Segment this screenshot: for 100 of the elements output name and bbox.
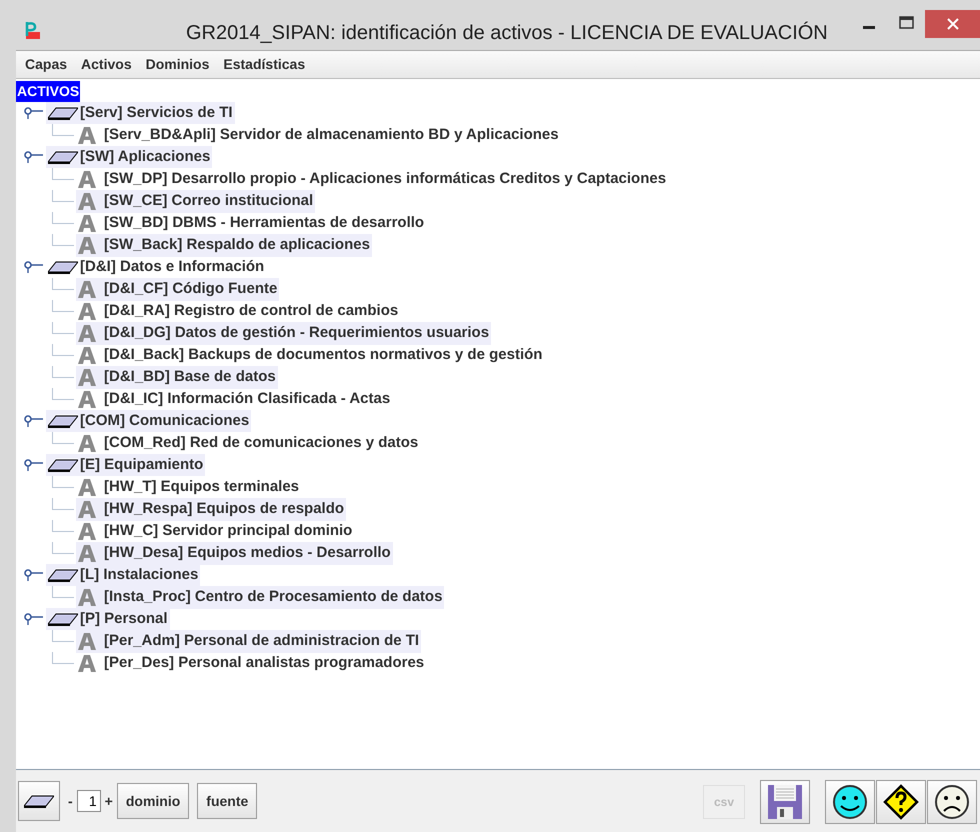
tree-leaf[interactable]: [D&I_Back] Backups de documentos normativos y de gestión	[104, 344, 542, 366]
question-sign-icon	[883, 784, 919, 820]
window-title: GR2014_SIPAN: identificación de activos - LICENCIA DE EVALUACIÓN	[186, 20, 828, 46]
layer-icon	[48, 150, 78, 164]
tree-handle-icon[interactable]	[23, 459, 43, 471]
tree-line	[52, 344, 76, 356]
toolbar-button[interactable]: fuente	[197, 783, 258, 819]
decrease-control[interactable]: -	[68, 790, 73, 812]
tree-line	[52, 652, 76, 664]
tree-line	[52, 476, 76, 488]
asset-icon	[78, 434, 96, 452]
tree-node[interactable]: [SW] Aplicaciones	[80, 146, 210, 168]
close-button[interactable]	[925, 10, 980, 38]
tree-handle-icon[interactable]	[23, 613, 43, 625]
tree-node[interactable]: [D&I] Datos e Información	[80, 256, 264, 278]
asset-icon	[78, 280, 96, 298]
menu-item[interactable]: Dominios	[146, 54, 210, 75]
menu-item[interactable]: Activos	[81, 54, 132, 75]
tree-leaf[interactable]: [COM_Red] Red de comunicaciones y datos	[104, 432, 418, 454]
happy-button[interactable]	[825, 780, 875, 824]
layer-icon	[48, 106, 78, 120]
asset-icon	[78, 654, 96, 672]
tree-leaf[interactable]: [SW_DP] Desarrollo propio - Aplicaciones informáticas Creditos y Captaciones	[104, 168, 666, 190]
asset-icon	[78, 522, 96, 540]
menu-item[interactable]: Capas	[25, 54, 68, 75]
tree-line	[52, 542, 76, 554]
tree-node[interactable]: [L] Instalaciones	[80, 564, 198, 586]
tree-line	[52, 322, 76, 334]
tree-handle-icon[interactable]	[23, 151, 43, 163]
tree-leaf[interactable]: [D&I_IC] Información Clasificada - Actas	[104, 388, 390, 410]
tree-leaf[interactable]: [SW_BD] DBMS - Herramientas de desarrollo	[104, 212, 424, 234]
layer-icon	[24, 794, 54, 808]
smiley-icon	[832, 784, 868, 820]
tree-leaf[interactable]: [Per_Adm] Personal de administracion de TI	[104, 630, 420, 652]
asset-icon	[78, 236, 96, 254]
tree-line	[52, 168, 76, 180]
level-field[interactable]: 1	[76, 790, 101, 812]
tree-leaf[interactable]: [D&I_DG] Datos de gestión - Requerimientos usuarios	[104, 322, 490, 344]
tree-line	[52, 212, 76, 224]
tree-leaf[interactable]: [Insta_Proc] Centro de Procesamiento de datos	[104, 586, 442, 608]
save-icon	[767, 784, 803, 820]
menu-item[interactable]: Estadísticas	[223, 54, 306, 75]
tree-leaf[interactable]: [HW_C] Servidor principal dominio	[104, 520, 352, 542]
layer-button[interactable]	[18, 781, 60, 821]
asset-icon	[78, 192, 96, 210]
toolbar-button[interactable]: dominio	[116, 783, 190, 819]
tree-leaf[interactable]: [HW_Respa] Equipos de respaldo	[104, 498, 344, 520]
asset-icon	[78, 544, 96, 562]
sad-button[interactable]	[927, 780, 977, 824]
asset-icon	[78, 390, 96, 408]
tree-line	[52, 124, 76, 136]
sad-face-icon	[934, 784, 970, 820]
tree-node[interactable]: [P] Personal	[80, 608, 168, 630]
asset-icon	[78, 500, 96, 518]
tree-leaf[interactable]: [D&I_CF] Código Fuente	[104, 278, 278, 300]
asset-icon	[78, 632, 96, 650]
tree-line	[52, 432, 76, 444]
increase-control[interactable]: +	[104, 790, 113, 812]
tree-node[interactable]: [COM] Comunicaciones	[80, 410, 250, 432]
asset-icon	[78, 346, 96, 364]
tree-leaf[interactable]: [SW_Back] Respaldo de aplicaciones	[104, 234, 370, 256]
help-button[interactable]	[876, 780, 926, 824]
tree-leaf[interactable]: [HW_Desa] Equipos medios - Desarrollo	[104, 542, 391, 564]
tree-leaf[interactable]: [Serv_BD&Apli] Servidor de almacenamiento BD y Aplicaciones	[104, 124, 559, 146]
tree-node[interactable]: [Serv] Servicios de TI	[80, 102, 233, 124]
save-button[interactable]	[760, 780, 810, 824]
asset-icon	[78, 478, 96, 496]
layer-icon	[48, 458, 78, 472]
tree-line	[52, 498, 76, 510]
tree-leaf[interactable]: [SW_CE] Correo institucional	[104, 190, 314, 212]
tree-line	[52, 388, 76, 400]
tree-handle-icon[interactable]	[23, 415, 43, 427]
minimize-icon[interactable]	[863, 26, 877, 30]
tree-line	[52, 630, 76, 642]
asset-icon	[78, 126, 96, 144]
layer-icon	[48, 612, 78, 626]
tree-line	[52, 234, 76, 246]
tree-line	[52, 366, 76, 378]
close-icon	[946, 18, 958, 30]
tree-line	[52, 520, 76, 532]
tree-line	[52, 300, 76, 312]
tree-leaf[interactable]: [D&I_BD] Base de datos	[104, 366, 276, 388]
tree-root[interactable]: ACTIVOS	[16, 80, 80, 102]
asset-icon	[78, 302, 96, 320]
tree-leaf[interactable]: [Per_Des] Personal analistas programadores	[104, 652, 424, 674]
tree-handle-icon[interactable]	[23, 261, 43, 273]
tree-handle-icon[interactable]	[23, 569, 43, 581]
tree-node[interactable]: [E] Equipamiento	[80, 454, 204, 476]
tree-line	[52, 190, 76, 202]
maximize-icon[interactable]	[899, 16, 915, 30]
tree-line	[52, 278, 76, 290]
tree-leaf[interactable]: [HW_T] Equipos terminales	[104, 476, 300, 498]
layer-icon	[48, 260, 78, 274]
asset-icon	[78, 368, 96, 386]
asset-icon	[78, 588, 96, 606]
tree-handle-icon[interactable]	[23, 107, 43, 119]
tree-leaf[interactable]: [D&I_RA] Registro de control de cambios	[104, 300, 398, 322]
layer-icon	[48, 568, 78, 582]
asset-icon	[78, 170, 96, 188]
tree-line	[52, 586, 76, 598]
